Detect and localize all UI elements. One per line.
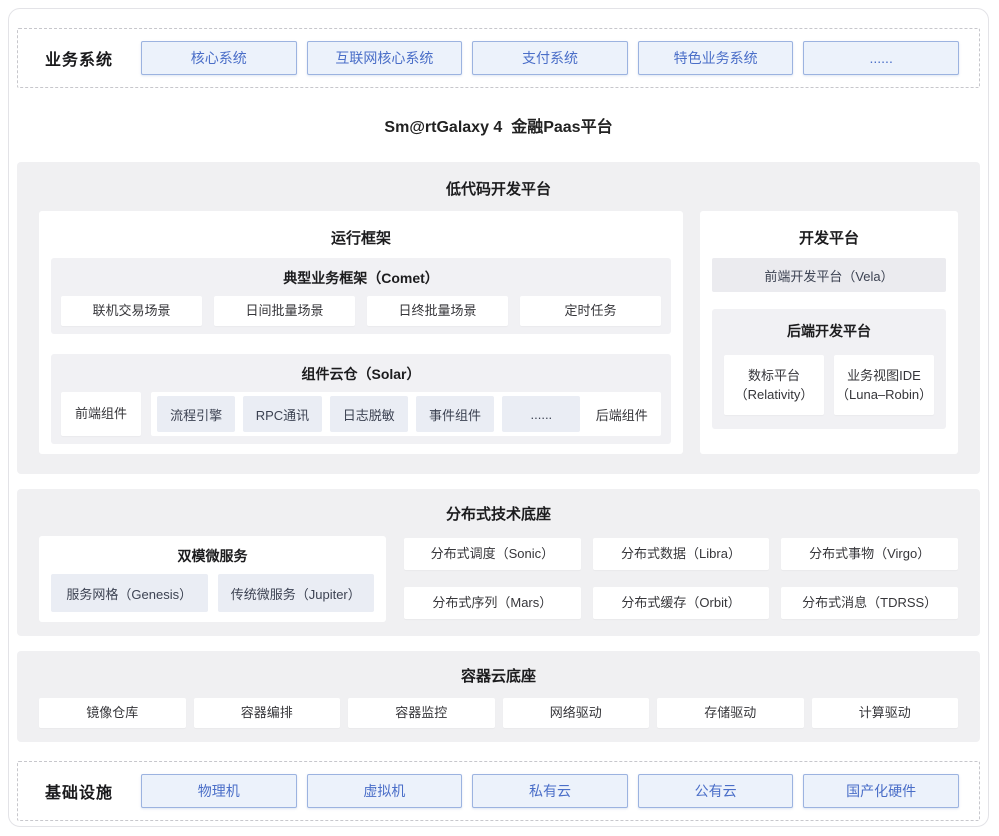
backend-item-relativity: 数标平台 （Relativity） [724, 355, 824, 415]
infra-public-cloud: 公有云 [638, 774, 794, 808]
service-mesh-genesis: 服务网格（Genesis） [51, 574, 208, 612]
business-systems-section: 业务系统 核心系统 互联网核心系统 支付系统 特色业务系统 ...... [17, 28, 980, 88]
backend-item-luna-robin-code: （Luna–Robin） [836, 385, 932, 404]
distributed-data-libra: 分布式数据（Libra） [593, 538, 770, 570]
infra-virtual-machine: 虚拟机 [307, 774, 463, 808]
network-driver: 网络驱动 [503, 698, 650, 728]
comet-framework-box: 典型业务框架（Comet） 联机交易场景 日间批量场景 日终批量场景 定时任务 [51, 258, 671, 334]
distributed-base-title: 分布式技术底座 [39, 503, 958, 536]
infrastructure-section: 基础设施 物理机 虚拟机 私有云 公有云 国产化硬件 [17, 761, 980, 821]
backend-item-luna-robin-name: 业务视图IDE [836, 366, 932, 385]
distributed-services-grid: 分布式调度（Sonic） 分布式数据（Libra） 分布式事物（Virgo） 分… [404, 536, 958, 619]
runtime-framework-panel: 运行框架 典型业务框架（Comet） 联机交易场景 日间批量场景 日终批量场景 … [39, 211, 683, 454]
distributed-transaction-virgo: 分布式事物（Virgo） [781, 538, 958, 570]
solar-backend-component: 后端组件 [588, 396, 655, 432]
distributed-cache-orbit: 分布式缓存（Orbit） [593, 587, 770, 619]
solar-chip-rpc: RPC通讯 [243, 396, 321, 432]
infrastructure-label: 基础设施 [45, 779, 141, 803]
solar-chip-event: 事件组件 [416, 396, 494, 432]
business-system-more: ...... [803, 41, 959, 75]
business-system-special: 特色业务系统 [638, 41, 794, 75]
dual-mode-microservices-title: 双模微服务 [51, 542, 374, 574]
compute-driver: 计算驱动 [812, 698, 959, 728]
dev-platform-title: 开发平台 [712, 219, 946, 258]
comet-item-eod-batch: 日终批量场景 [367, 296, 508, 326]
solar-frontend-component: 前端组件 [61, 392, 141, 436]
distributed-scheduling-sonic: 分布式调度（Sonic） [404, 538, 581, 570]
business-system-internet-core: 互联网核心系统 [307, 41, 463, 75]
solar-component-box: 组件云仓（Solar） 前端组件 流程引擎 RPC通讯 日志脱敏 事件组件 ..… [51, 354, 671, 444]
infrastructure-chips: 物理机 虚拟机 私有云 公有云 国产化硬件 [141, 774, 959, 808]
business-systems-label: 业务系统 [45, 46, 141, 70]
container-cloud-section: 容器云底座 镜像仓库 容器编排 容器监控 网络驱动 存储驱动 计算驱动 [17, 651, 980, 742]
container-monitoring: 容器监控 [348, 698, 495, 728]
lowcode-platform-section: 低代码开发平台 运行框架 典型业务框架（Comet） 联机交易场景 日间批量场景… [17, 162, 980, 474]
runtime-framework-title: 运行框架 [51, 219, 671, 258]
architecture-diagram-card: 业务系统 核心系统 互联网核心系统 支付系统 特色业务系统 ...... Sm@… [8, 8, 989, 827]
dual-mode-microservices-panel: 双模微服务 服务网格（Genesis） 传统微服务（Jupiter） [39, 536, 386, 622]
comet-framework-title: 典型业务框架（Comet） [61, 264, 661, 296]
container-orchestration: 容器编排 [194, 698, 341, 728]
business-system-payment: 支付系统 [472, 41, 628, 75]
comet-item-scheduled-task: 定时任务 [520, 296, 661, 326]
distributed-message-tdrss: 分布式消息（TDRSS） [781, 587, 958, 619]
comet-item-online-trading: 联机交易场景 [61, 296, 202, 326]
infra-domestic-hardware: 国产化硬件 [803, 774, 959, 808]
page-title: Sm@rtGalaxy 4 金融Paas平台 [17, 88, 980, 162]
dev-platform-panel: 开发平台 前端开发平台（Vela） 后端开发平台 数标平台 （Relativit… [700, 211, 958, 454]
distributed-sequence-mars: 分布式序列（Mars） [404, 587, 581, 619]
infra-private-cloud: 私有云 [472, 774, 628, 808]
backend-item-luna-robin: 业务视图IDE （Luna–Robin） [834, 355, 934, 415]
business-system-core: 核心系统 [141, 41, 297, 75]
image-registry: 镜像仓库 [39, 698, 186, 728]
traditional-microservice-jupiter: 传统微服务（Jupiter） [218, 574, 375, 612]
solar-chip-strip: 流程引擎 RPC通讯 日志脱敏 事件组件 ...... 后端组件 [151, 392, 661, 436]
solar-chip-process-engine: 流程引擎 [157, 396, 235, 432]
backend-dev-platform-title: 后端开发平台 [724, 319, 934, 355]
storage-driver: 存储驱动 [657, 698, 804, 728]
business-systems-chips: 核心系统 互联网核心系统 支付系统 特色业务系统 ...... [141, 41, 959, 75]
backend-item-relativity-code: （Relativity） [726, 385, 822, 404]
container-cloud-title: 容器云底座 [39, 665, 958, 698]
lowcode-platform-title: 低代码开发平台 [39, 178, 958, 211]
backend-dev-platform-box: 后端开发平台 数标平台 （Relativity） 业务视图IDE （Luna–R… [712, 309, 946, 429]
solar-chip-log-masking: 日志脱敏 [330, 396, 408, 432]
distributed-base-section: 分布式技术底座 双模微服务 服务网格（Genesis） 传统微服务（Jupite… [17, 489, 980, 636]
backend-item-relativity-name: 数标平台 [726, 366, 822, 385]
frontend-dev-platform-vela: 前端开发平台（Vela） [712, 258, 946, 292]
solar-chip-more: ...... [502, 396, 580, 432]
solar-component-title: 组件云仓（Solar） [61, 360, 661, 392]
infra-physical-machine: 物理机 [141, 774, 297, 808]
comet-item-intraday-batch: 日间批量场景 [214, 296, 355, 326]
